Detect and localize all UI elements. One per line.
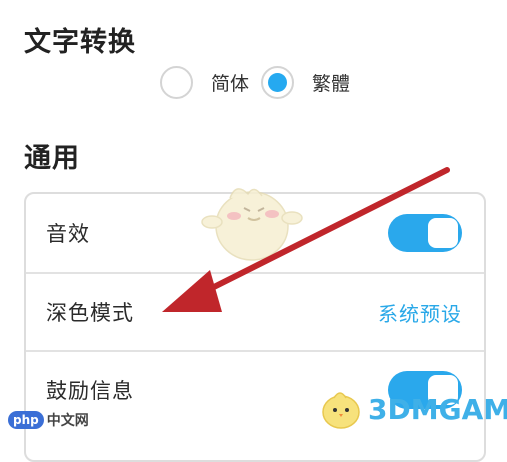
- annotation-arrow-icon: [162, 167, 450, 312]
- 3dm-watermark-text: 3DMGAME: [368, 392, 507, 426]
- chick-logo-icon: [322, 392, 360, 429]
- 3dm-watermark: 3DMGAME: [318, 386, 507, 432]
- php-logo-icon: php: [8, 411, 44, 429]
- php-watermark: php 中文网: [8, 410, 89, 430]
- php-watermark-text: 中文网: [46, 413, 89, 429]
